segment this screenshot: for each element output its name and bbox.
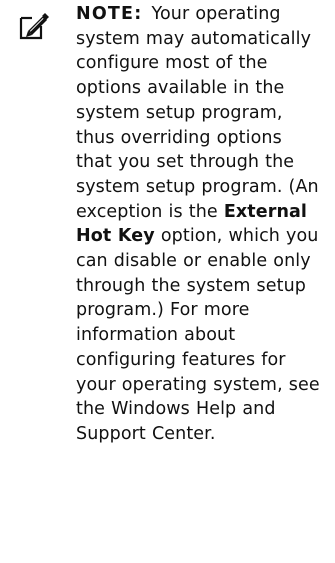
note-body-part2: option, which you can disable or enable …: [76, 226, 320, 444]
note-text: NOTE: Your operating system may automati…: [76, 2, 321, 447]
note-body-part1: Your operating system may automatically …: [76, 4, 319, 222]
note-label: NOTE:: [76, 4, 143, 24]
pencil-note-icon: [18, 10, 50, 42]
